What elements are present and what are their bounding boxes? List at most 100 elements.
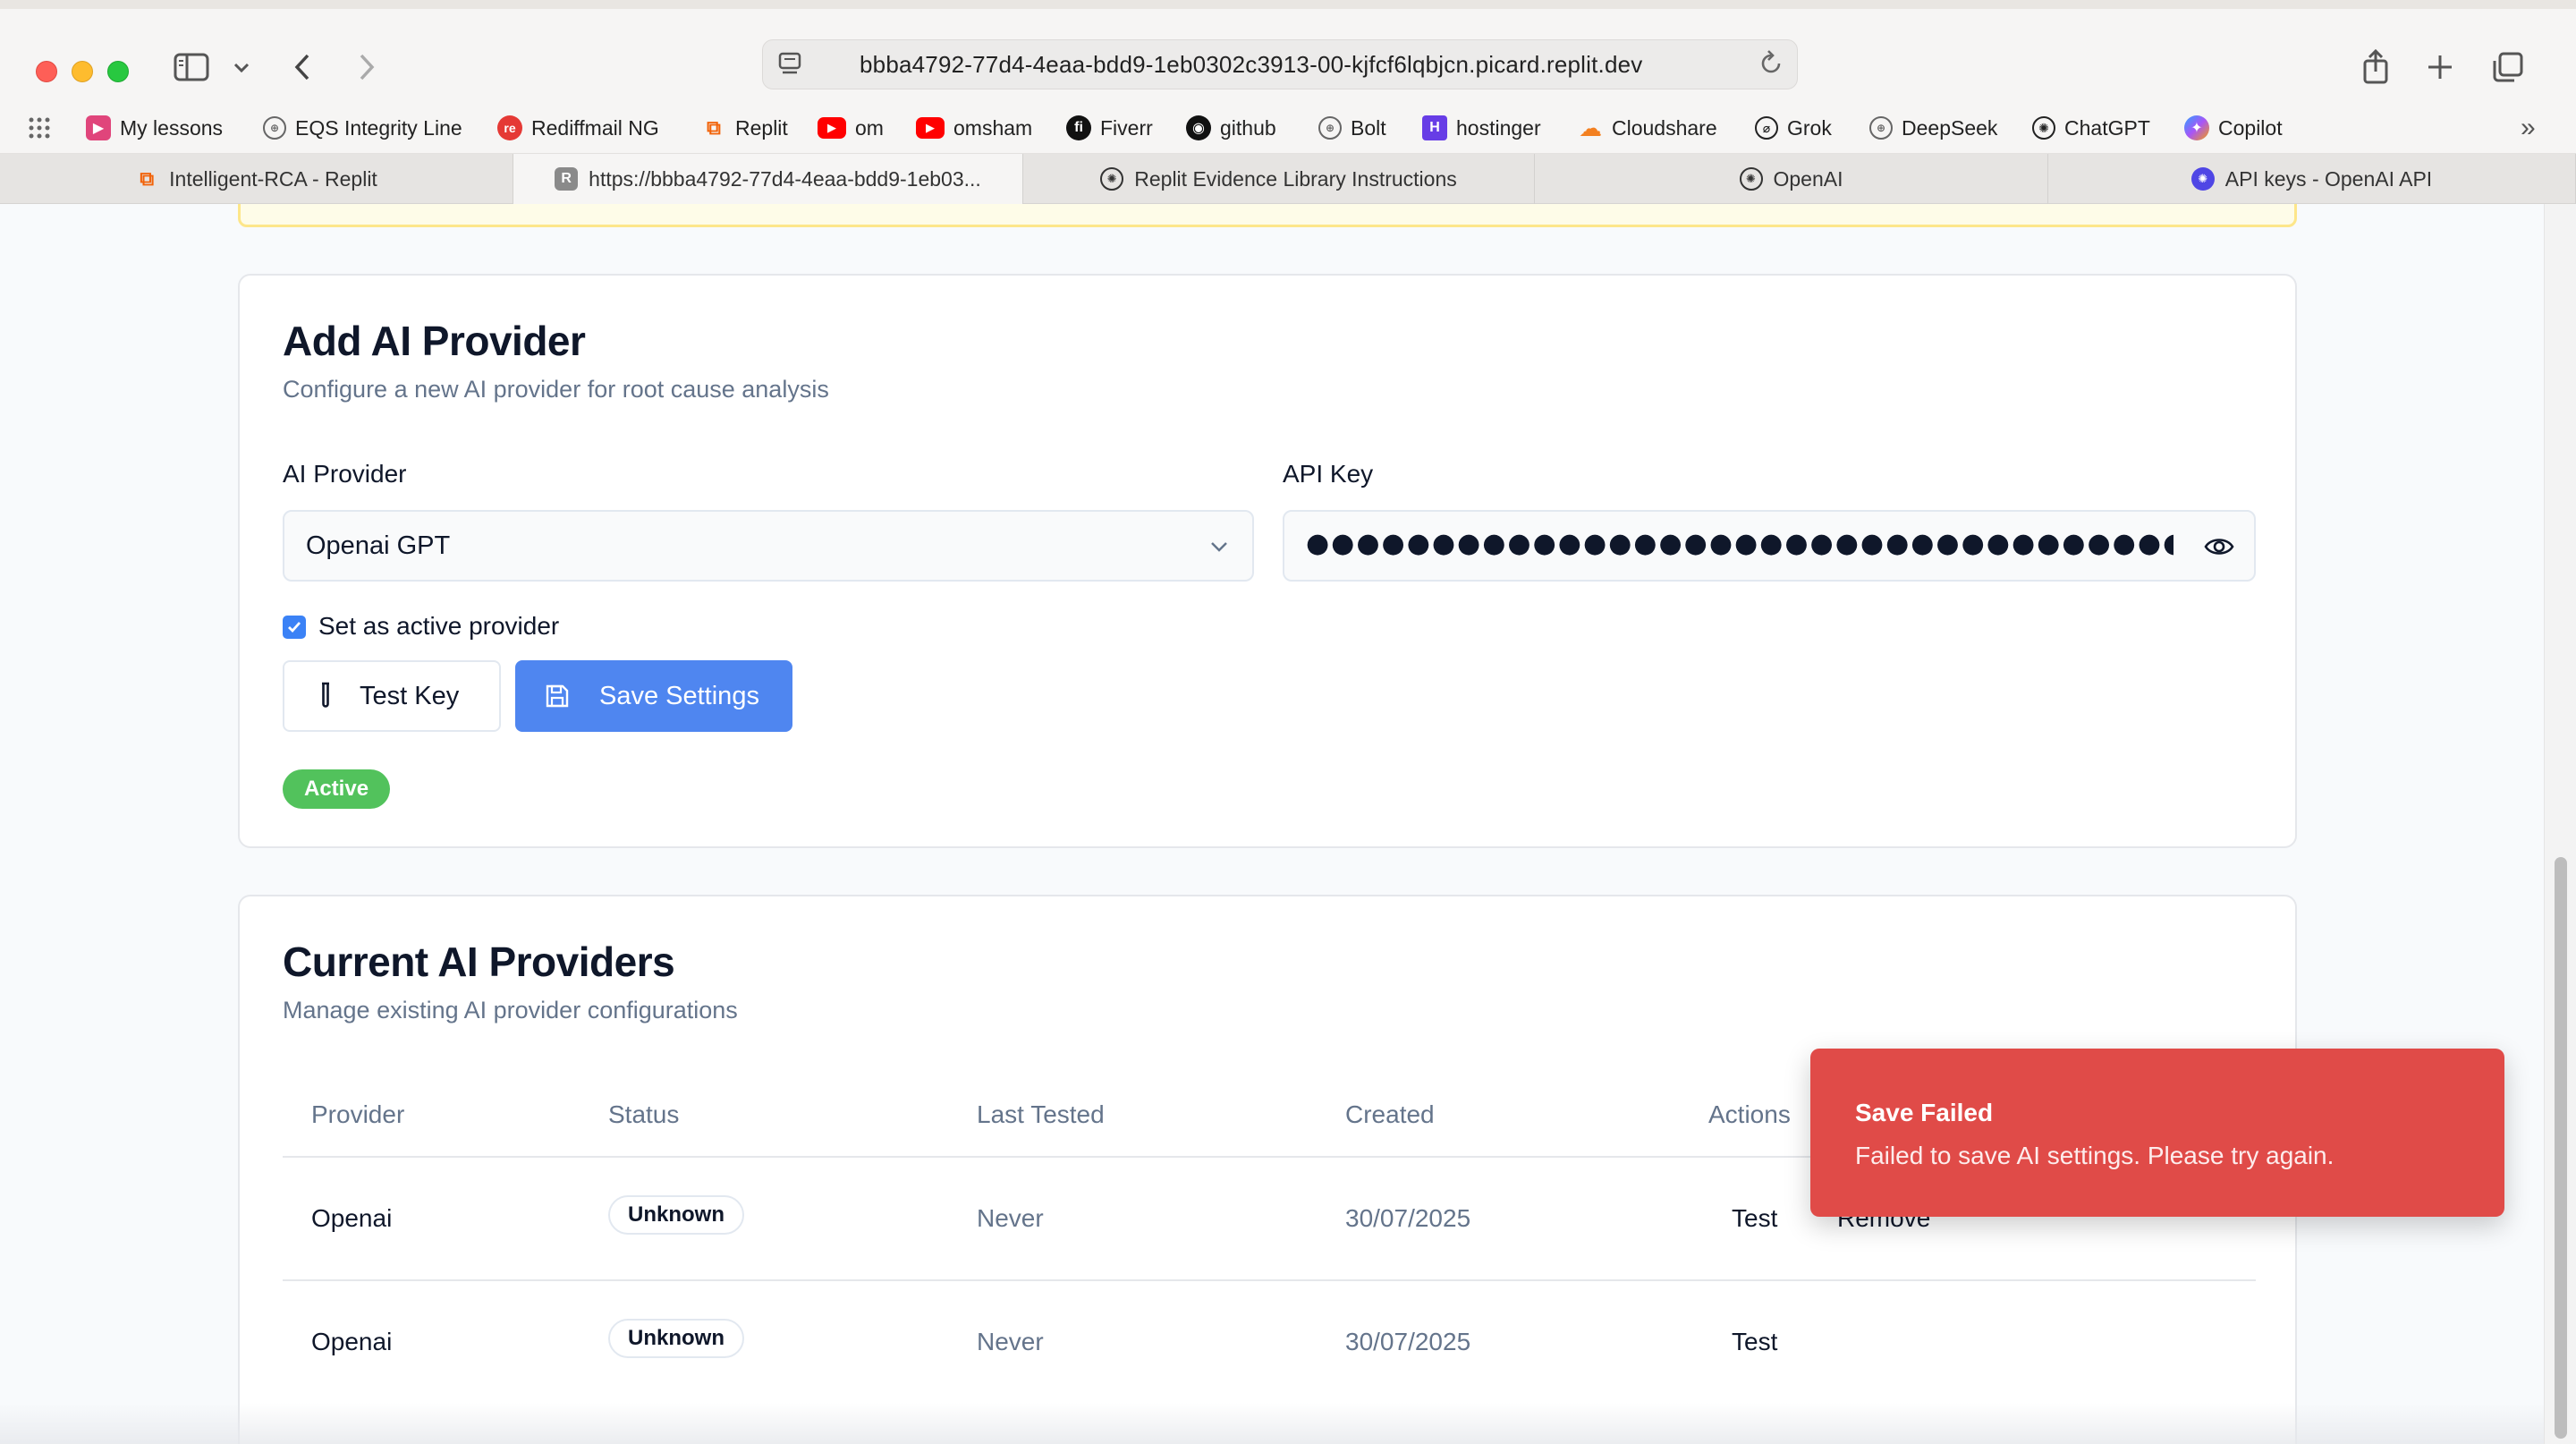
active-provider-label: Set as active provider [318, 612, 560, 640]
bookmark-label: Rediffmail NG [531, 115, 659, 140]
provider-select-value: Openai GPT [306, 531, 451, 560]
provider-select[interactable]: Openai GPT [283, 510, 1254, 582]
openai-icon: ✺ [1739, 167, 1763, 191]
bookmark-label: Cloudshare [1612, 115, 1717, 140]
replit-icon: ⧉ [140, 167, 155, 190]
github-icon: ◉ [1186, 115, 1211, 140]
test-key-label: Test Key [360, 681, 460, 710]
bookmark-bolt[interactable]: ⊕ Bolt [1318, 111, 1386, 145]
rediff-icon: re [497, 115, 522, 140]
tab-intelligent-rca[interactable]: ⧉ Intelligent-RCA - Replit [0, 154, 513, 204]
row-last-tested: Never [977, 1204, 1044, 1232]
notice-card [238, 204, 2297, 227]
forward-arrow-icon[interactable] [352, 52, 379, 90]
row-test-button[interactable]: Test [1732, 1204, 1777, 1233]
row-provider: Openai [311, 1328, 393, 1355]
scroll-thumb[interactable] [2555, 857, 2567, 1439]
toast-title: Save Failed [1855, 1099, 1994, 1126]
tab-label: Replit Evidence Library Instructions [1134, 166, 1457, 191]
tab-overview-icon[interactable] [2490, 50, 2526, 92]
minimize-window-button[interactable] [72, 61, 93, 82]
tab-api-keys[interactable]: ✺ API keys - OpenAI API [2048, 154, 2576, 204]
api-key-input[interactable]: ●●●●●●●●●●●●●●●●●●●●●●●●●●●●●●●●●●●●●●●●… [1283, 510, 2256, 582]
error-toast[interactable]: Save Failed Failed to save AI settings. … [1810, 1049, 2504, 1217]
bookmark-fiverr[interactable]: fi Fiverr [1066, 111, 1153, 145]
eye-icon[interactable] [2204, 533, 2234, 560]
chevron-down-icon [1211, 542, 1227, 552]
bookmark-replit[interactable]: ⧉ Replit [701, 111, 788, 145]
bookmark-om[interactable]: ▶ om [818, 111, 884, 145]
copilot-icon: ✦ [2184, 115, 2209, 140]
address-bar[interactable]: bbba4792-77d4-4eaa-bdd9-1eb0302c3913-00-… [762, 39, 1798, 89]
column-header-created: Created [1345, 1100, 1435, 1128]
bookmark-rediffmail[interactable]: re Rediffmail NG [497, 111, 659, 145]
save-settings-button[interactable]: Save Settings [515, 660, 792, 732]
bookmark-grok[interactable]: ⌀ Grok [1755, 111, 1832, 145]
reload-icon[interactable] [1758, 49, 1784, 85]
status-badge: Unknown [608, 1319, 744, 1358]
sidebar-toggle-icon[interactable] [174, 52, 209, 90]
macos-menubar [0, 0, 2576, 9]
active-status-badge: Active [283, 769, 391, 809]
bookmark-label: hostinger [1456, 115, 1541, 140]
bookmark-label: Bolt [1351, 115, 1386, 140]
toast-message: Failed to save AI settings. Please try a… [1855, 1142, 2334, 1169]
tab-current-app[interactable]: Rhttps://bbba4792-77d4-4eaa-bdd9-1eb03..… [513, 154, 1023, 204]
more-bookmarks-chevron-icon[interactable]: » [2521, 111, 2536, 145]
row-created: 30/07/2025 [1345, 1328, 1471, 1355]
share-icon[interactable] [2358, 48, 2394, 94]
test-key-button[interactable]: Test Key [283, 660, 501, 732]
cloud-icon: ☁ [1579, 114, 1602, 141]
provider-label: AI Provider [283, 460, 407, 488]
tab-evidence-library[interactable]: ✺ Replit Evidence Library Instructions [1023, 154, 1535, 204]
column-header-last-tested: Last Tested [977, 1100, 1105, 1128]
openai-icon: ✺ [1100, 167, 1124, 191]
close-window-button[interactable] [36, 61, 57, 82]
bookmark-github[interactable]: ◉ github [1186, 111, 1276, 145]
active-provider-checkbox[interactable] [283, 616, 306, 639]
current-providers-title: Current AI Providers [283, 939, 675, 985]
bookmark-hostinger[interactable]: Hhostinger [1422, 111, 1541, 145]
new-tab-icon[interactable] [2422, 52, 2458, 90]
replit-icon: ⧉ [707, 116, 721, 139]
bookmark-copilot[interactable]: ✦ Copilot [2184, 111, 2283, 145]
page-scrollbar[interactable] [2544, 204, 2576, 1444]
openai-icon: ✺ [2190, 167, 2215, 191]
tab-label: OpenAI [1773, 166, 1843, 191]
add-provider-subtitle: Configure a new AI provider for root cau… [283, 376, 829, 403]
tab-label: https://bbba4792-77d4-4eaa-bdd9-1eb03... [589, 166, 981, 191]
lessons-icon: ▶ [86, 115, 111, 140]
bookmark-my-lessons[interactable]: ▶ My lessons [86, 111, 223, 145]
youtube-icon: ▶ [916, 117, 945, 139]
column-header-status: Status [608, 1100, 680, 1128]
bottom-shadow [0, 1403, 2576, 1444]
column-header-provider: Provider [311, 1100, 405, 1128]
zoom-window-button[interactable] [107, 61, 129, 82]
hostinger-icon: H [1422, 115, 1447, 140]
test-tube-icon [322, 682, 329, 708]
bookmark-cloudshare[interactable]: ☁ Cloudshare [1578, 111, 1717, 145]
add-provider-title: Add AI Provider [283, 318, 586, 364]
bookmark-omsham[interactable]: ▶ omsham [916, 111, 1032, 145]
bookmark-label: Fiverr [1100, 115, 1153, 140]
bookmark-label: github [1220, 115, 1276, 140]
chevron-down-icon[interactable] [231, 54, 252, 89]
bookmark-deepseek[interactable]: ⊕ DeepSeek [1869, 111, 1997, 145]
back-arrow-icon[interactable] [290, 52, 317, 90]
bookmark-label: EQS Integrity Line [295, 115, 462, 140]
bookmark-label: Copilot [2218, 115, 2283, 140]
bookmark-label: Replit [735, 115, 788, 140]
bookmark-eqs[interactable]: ⊕ EQS Integrity Line [263, 111, 462, 145]
bookmark-chatgpt[interactable]: ✺ ChatGPT [2032, 111, 2150, 145]
tab-bar: ⧉ Intelligent-RCA - Replit Rhttps://bbba4… [0, 154, 2576, 204]
bookmarks-bar: ▶ My lessons ⊕ EQS Integrity Line re Rediff… [0, 102, 2576, 154]
save-disk-icon [546, 684, 569, 708]
apps-grid-icon[interactable] [27, 111, 52, 145]
bookmark-label: om [855, 115, 884, 140]
table-divider [283, 1279, 2256, 1281]
tab-openai[interactable]: ✺ OpenAI [1535, 154, 2048, 204]
globe-icon: ⊕ [1869, 116, 1893, 140]
globe-icon: ⊕ [1318, 116, 1342, 140]
site-settings-icon[interactable] [777, 51, 802, 78]
row-test-button[interactable]: Test [1732, 1328, 1777, 1356]
